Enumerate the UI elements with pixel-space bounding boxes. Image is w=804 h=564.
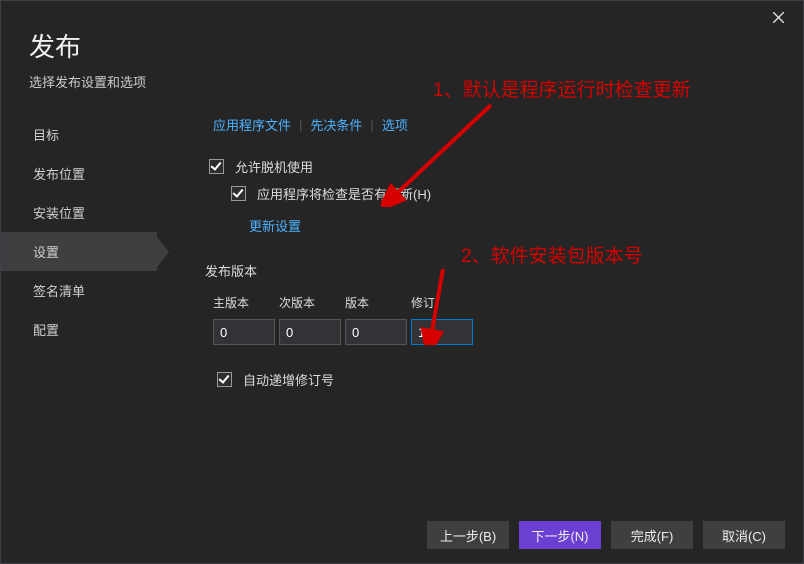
major-input[interactable]: [213, 319, 275, 345]
minor-input[interactable]: [279, 319, 341, 345]
link-prerequisites[interactable]: 先决条件: [302, 115, 370, 134]
close-icon: [773, 12, 784, 23]
check-updates-checkbox[interactable]: [231, 186, 246, 201]
publish-dialog: 发布 选择发布设置和选项 目标 发布位置 安装位置 设置 签名清单 配置 应用程…: [0, 0, 804, 564]
back-button[interactable]: 上一步(B): [427, 521, 509, 549]
sidebar-item-target[interactable]: 目标: [1, 115, 157, 154]
offline-checkbox-row[interactable]: 允许脱机使用: [205, 156, 783, 177]
dialog-footer: 上一步(B) 下一步(N) 完成(F) 取消(C): [427, 521, 785, 549]
finish-button[interactable]: 完成(F): [611, 521, 693, 549]
dialog-header: 发布 选择发布设置和选项: [1, 1, 803, 91]
version-row: 主版本 次版本 版本 修订: [213, 294, 783, 345]
link-bar: 应用程序文件 | 先决条件 | 选项: [205, 115, 783, 134]
auto-increment-checkbox[interactable]: [217, 372, 232, 387]
content-panel: 应用程序文件 | 先决条件 | 选项 允许脱机使用 应用程序将检查是否有更新(H…: [157, 115, 803, 396]
close-button[interactable]: [763, 5, 793, 29]
update-settings-link[interactable]: 更新设置: [249, 216, 301, 235]
check-updates-label: 应用程序将检查是否有更新(H): [257, 184, 431, 203]
offline-checkbox[interactable]: [209, 159, 224, 174]
dialog-title: 发布: [29, 27, 775, 64]
build-input[interactable]: [345, 319, 407, 345]
revision-input[interactable]: [411, 319, 473, 345]
dialog-subtitle: 选择发布设置和选项: [29, 72, 775, 91]
sidebar-item-install-location[interactable]: 安装位置: [1, 193, 157, 232]
cancel-button[interactable]: 取消(C): [703, 521, 785, 549]
offline-label: 允许脱机使用: [235, 157, 313, 176]
major-label: 主版本: [213, 294, 265, 311]
next-button[interactable]: 下一步(N): [519, 521, 601, 549]
minor-label: 次版本: [279, 294, 331, 311]
sidebar: 目标 发布位置 安装位置 设置 签名清单 配置: [1, 115, 157, 396]
auto-increment-row[interactable]: 自动递增修订号: [213, 369, 783, 390]
link-options[interactable]: 选项: [374, 115, 416, 134]
sidebar-item-publish-location[interactable]: 发布位置: [1, 154, 157, 193]
build-label: 版本: [345, 294, 397, 311]
revision-label: 修订: [411, 294, 463, 311]
link-app-files[interactable]: 应用程序文件: [205, 115, 299, 134]
sidebar-item-settings[interactable]: 设置: [1, 232, 157, 271]
sidebar-item-configuration[interactable]: 配置: [1, 310, 157, 349]
auto-increment-label: 自动递增修订号: [243, 370, 334, 389]
check-updates-row[interactable]: 应用程序将检查是否有更新(H): [227, 183, 783, 204]
sidebar-item-sign-manifest[interactable]: 签名清单: [1, 271, 157, 310]
publish-version-label: 发布版本: [205, 261, 783, 280]
